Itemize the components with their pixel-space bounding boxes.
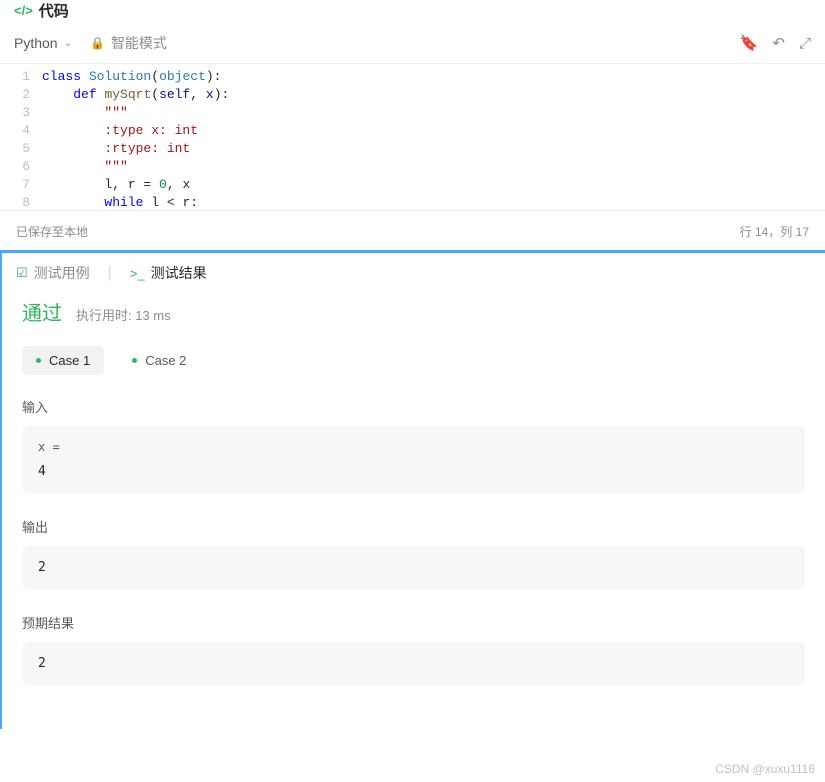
- tab-separator: |: [108, 264, 112, 282]
- code-line: """: [42, 158, 825, 176]
- input-value: 4: [38, 464, 789, 479]
- header-title: 代码: [39, 0, 69, 21]
- line-num: 5: [0, 140, 30, 158]
- code-content[interactable]: class Solution(object): def mySqrt(self,…: [42, 68, 825, 200]
- status-dot-icon: [132, 358, 137, 363]
- output-box: 2: [22, 546, 805, 589]
- code-line: :type x: int: [42, 122, 825, 140]
- runtime-text: 执行用时: 13 ms: [76, 305, 171, 324]
- language-select[interactable]: Python ⌄: [14, 35, 72, 51]
- output-label: 输出: [22, 517, 805, 536]
- result-area: 通过 执行用时: 13 ms Case 1 Case 2 输入 x = 4 输出…: [2, 297, 825, 729]
- case-tabs: Case 1 Case 2: [22, 346, 805, 375]
- code-line: class Solution(object):: [42, 68, 825, 86]
- mode-label: 智能模式: [111, 33, 167, 53]
- tab-label: 测试结果: [151, 263, 207, 283]
- status-bar: 已保存至本地 行 14，列 17: [0, 210, 825, 250]
- line-num: 3: [0, 104, 30, 122]
- save-status: 已保存至本地: [16, 223, 88, 240]
- line-num: 2: [0, 86, 30, 104]
- cursor-position: 行 14，列 17: [740, 223, 809, 240]
- code-line: :rtype: int: [42, 140, 825, 158]
- language-label: Python: [14, 35, 58, 51]
- code-line: l, r = 0, x: [42, 176, 825, 194]
- checklist-icon: ☑: [16, 265, 28, 281]
- undo-icon[interactable]: ↶: [772, 34, 785, 52]
- line-num: 6: [0, 158, 30, 176]
- toolbar-right: 🔖 ↶ ⤢: [740, 34, 811, 52]
- case-tab-1[interactable]: Case 1: [22, 346, 104, 375]
- expected-value: 2: [38, 656, 46, 671]
- line-gutter: 1 2 3 4 5 6 7 8: [0, 68, 42, 200]
- lock-icon: 🔒: [90, 36, 105, 50]
- case-label: Case 1: [49, 353, 90, 368]
- mode-info: 🔒 智能模式: [90, 33, 167, 53]
- line-num: 8: [0, 194, 30, 210]
- tab-testcase[interactable]: ☑ 测试用例: [16, 263, 90, 283]
- case-label: Case 2: [145, 353, 186, 368]
- pass-status: 通过: [22, 297, 62, 326]
- result-header: 通过 执行用时: 13 ms: [22, 297, 805, 326]
- tab-label: 测试用例: [34, 263, 90, 283]
- bookmark-icon[interactable]: 🔖: [740, 34, 759, 52]
- chevron-down-icon: ⌄: [64, 38, 72, 49]
- toolbar-left: Python ⌄ 🔒 智能模式: [14, 33, 167, 53]
- panel-tabs: ☑ 测试用例 | >_ 测试结果: [2, 253, 825, 297]
- input-var: x =: [38, 440, 789, 454]
- input-box: x = 4: [22, 426, 805, 493]
- expected-label: 预期结果: [22, 613, 805, 632]
- line-num: 1: [0, 68, 30, 86]
- expand-icon[interactable]: ⤢: [799, 35, 811, 52]
- expected-box: 2: [22, 642, 805, 685]
- output-value: 2: [38, 560, 46, 575]
- case-tab-2[interactable]: Case 2: [118, 346, 200, 375]
- editor-toolbar: Python ⌄ 🔒 智能模式 🔖 ↶ ⤢: [0, 27, 825, 64]
- code-header: </> 代码: [0, 0, 825, 27]
- terminal-icon: >_: [130, 266, 145, 281]
- line-num: 7: [0, 176, 30, 194]
- code-line: """: [42, 104, 825, 122]
- line-num: 4: [0, 122, 30, 140]
- code-icon: </>: [14, 3, 33, 18]
- watermark: CSDN @xuxu1116: [715, 762, 815, 776]
- code-line: def mySqrt(self, x):: [42, 86, 825, 104]
- code-editor[interactable]: 1 2 3 4 5 6 7 8 class Solution(object): …: [0, 64, 825, 210]
- input-label: 输入: [22, 397, 805, 416]
- status-dot-icon: [36, 358, 41, 363]
- tab-result[interactable]: >_ 测试结果: [130, 263, 207, 283]
- result-panel: ☑ 测试用例 | >_ 测试结果 通过 执行用时: 13 ms Case 1 C…: [0, 250, 825, 729]
- code-line: while l < r:: [42, 194, 825, 210]
